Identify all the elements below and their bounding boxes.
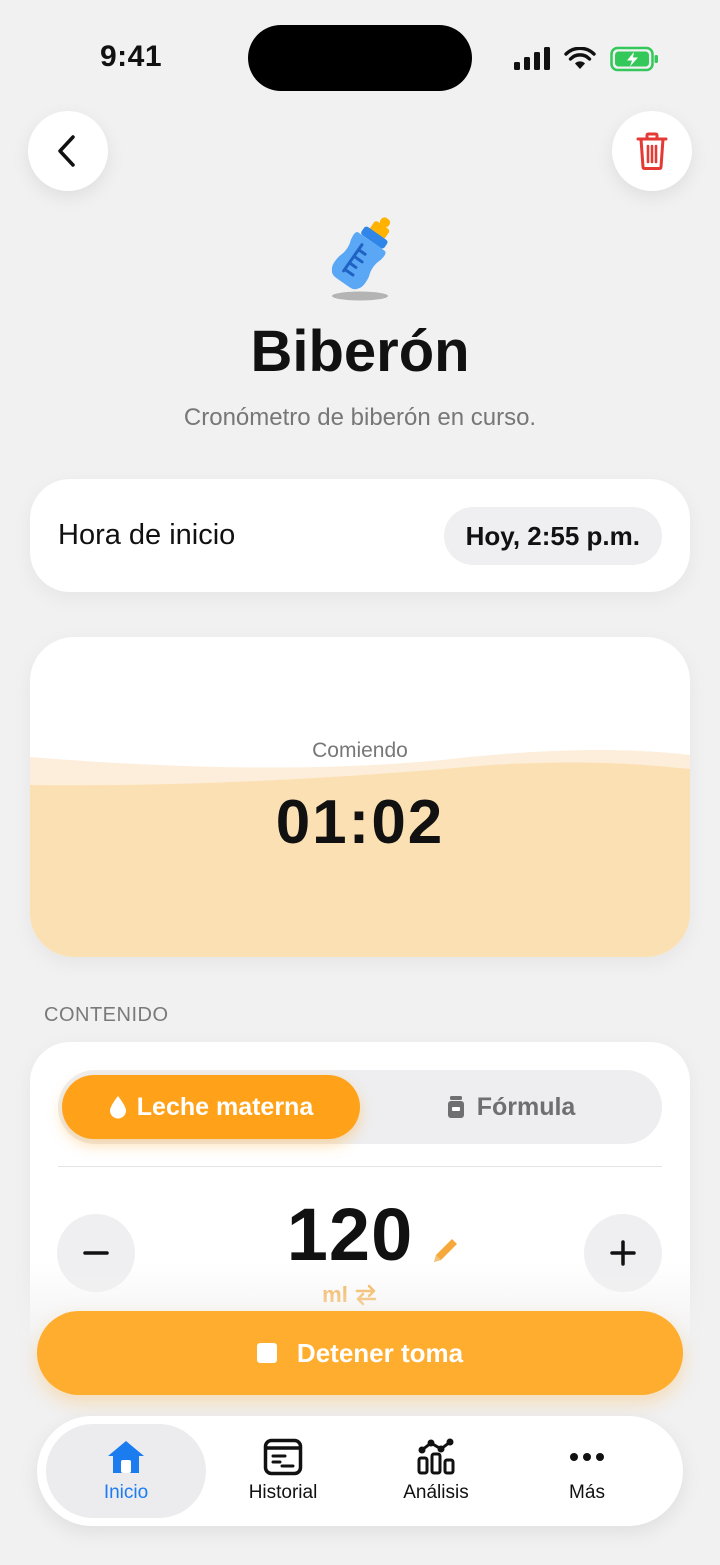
chevron-left-icon <box>58 135 75 167</box>
status-icons <box>514 44 660 74</box>
start-time-picker[interactable]: Hoy, 2:55 p.m. <box>443 507 662 565</box>
option-breast-milk[interactable]: Leche materna <box>62 1075 360 1139</box>
option-formula[interactable]: Fórmula <box>364 1075 658 1139</box>
timer-card: Comiendo 01:02 <box>30 637 690 957</box>
tab-history[interactable]: Historial <box>203 1424 363 1518</box>
wifi-icon <box>564 47 596 69</box>
analytics-chart-icon <box>417 1438 455 1475</box>
divider <box>58 1166 662 1167</box>
tab-home-label: Inicio <box>103 1482 149 1503</box>
tab-bar: Inicio Historial Análisis Más <box>37 1416 683 1526</box>
timer-status-label: Comiendo <box>312 739 408 762</box>
battery-charging-icon <box>610 46 658 72</box>
tab-home[interactable]: Inicio <box>46 1424 206 1518</box>
history-list-icon <box>263 1438 303 1476</box>
tab-analysis-label: Análisis <box>403 1482 469 1503</box>
milk-type-segmented-control: Leche materna Fórmula <box>58 1070 662 1144</box>
trash-icon <box>636 132 668 170</box>
stop-icon <box>256 1343 277 1363</box>
stop-feeding-label: Detener toma <box>296 1337 464 1368</box>
option-breast-milk-label: Leche materna <box>136 1092 314 1121</box>
page-subtitle: Cronómetro de biberón en curso. <box>183 404 537 431</box>
tab-history-label: Historial <box>248 1482 318 1503</box>
tab-more-label: Más <box>569 1482 605 1503</box>
house-icon <box>108 1441 144 1473</box>
drop-icon <box>109 1096 126 1119</box>
back-button[interactable] <box>28 111 108 191</box>
start-time-card: Hora de inicio Hoy, 2:55 p.m. <box>30 479 690 592</box>
formula-can-icon <box>447 1096 464 1118</box>
more-dots-icon <box>570 1453 604 1461</box>
timer-value: 01:02 <box>275 788 445 857</box>
stop-feeding-button[interactable]: Detener toma <box>37 1311 683 1395</box>
content-section-label: CONTENIDO <box>44 1004 169 1026</box>
tab-analysis[interactable]: Análisis <box>356 1424 516 1518</box>
tab-more[interactable]: Más <box>507 1424 667 1518</box>
baby-bottle-icon <box>310 208 410 308</box>
option-formula-label: Fórmula <box>476 1092 576 1121</box>
dynamic-island <box>248 25 472 91</box>
signal-icon <box>514 47 550 70</box>
delete-button[interactable] <box>612 111 692 191</box>
status-time: 9:41 <box>100 40 163 73</box>
start-time-label: Hora de inicio <box>58 519 236 551</box>
page-title: Biberón <box>250 319 470 384</box>
